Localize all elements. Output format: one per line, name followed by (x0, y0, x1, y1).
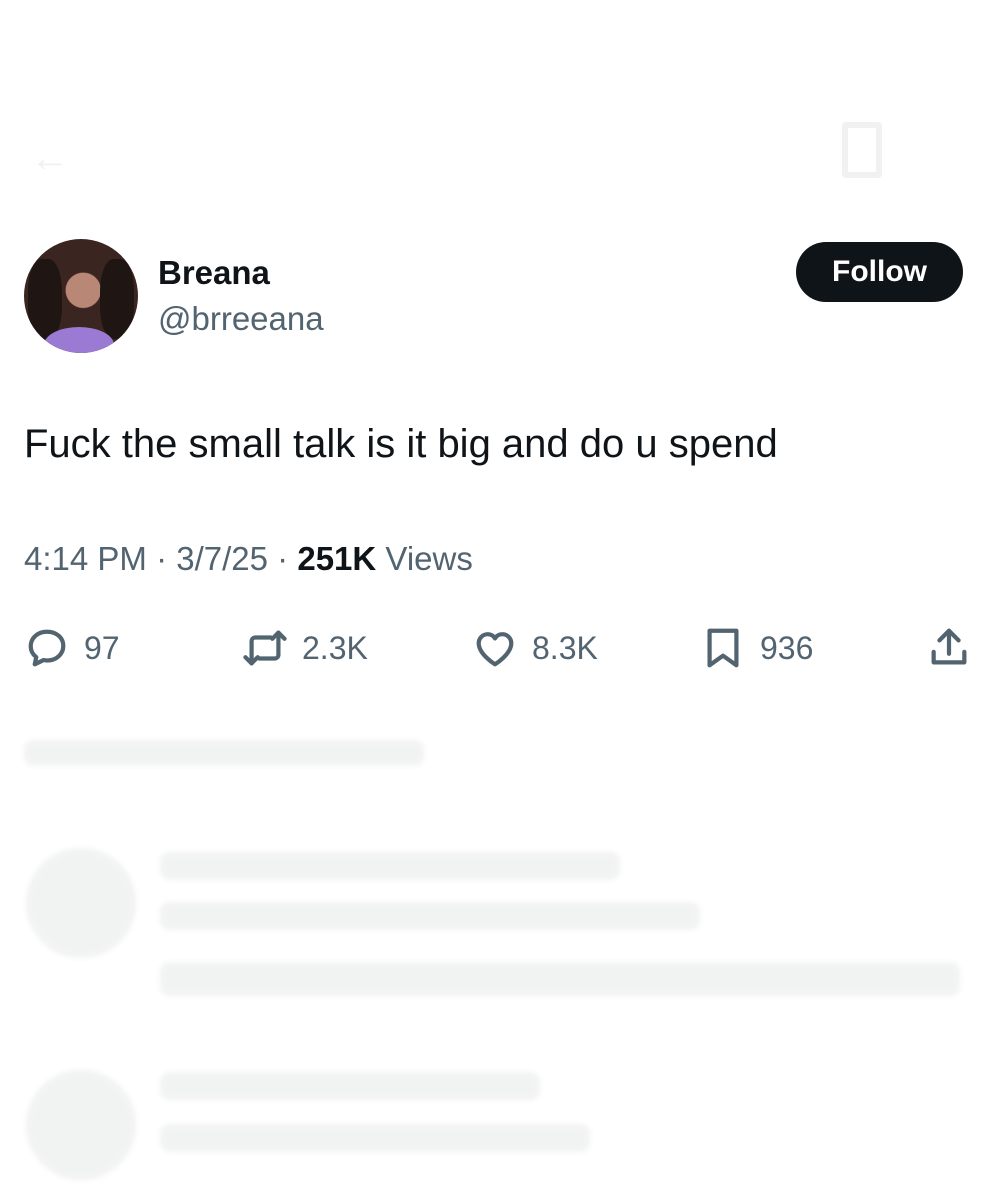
tweet-meta: 4:14 PM · 3/7/25 · 251K Views (24, 540, 473, 578)
avatar[interactable] (24, 239, 138, 353)
like-button[interactable]: 8.3K (472, 620, 598, 676)
like-icon (476, 632, 514, 667)
meta-separator: · (277, 540, 289, 577)
follow-button[interactable]: Follow (796, 242, 963, 302)
blurred-reply-avatar (26, 848, 136, 958)
repost-count: 2.3K (302, 629, 368, 666)
repost-button[interactable]: 2.3K (242, 620, 368, 676)
blurred-reply-avatar (26, 1070, 136, 1180)
blurred-reply-heading (24, 740, 424, 766)
back-arrow-icon[interactable]: ← (30, 136, 70, 181)
views-count[interactable]: 251K (297, 540, 376, 577)
blurred-reply-line (160, 1124, 590, 1152)
tweet-date: 3/7/25 (176, 540, 268, 577)
action-bar: 97 2.3K 8.3K 936 (0, 620, 1006, 680)
user-handle[interactable]: @brreeana (158, 300, 324, 338)
reply-count: 97 (84, 629, 120, 666)
blurred-reply-line (160, 852, 620, 880)
blurred-reply-line (160, 902, 700, 930)
blurred-reply-line (160, 1072, 540, 1100)
share-icon (931, 628, 967, 665)
reply-button[interactable]: 97 (24, 620, 120, 676)
views-label: Views (385, 540, 473, 577)
bookmark-count: 936 (760, 629, 814, 666)
bookmark-icon (707, 628, 739, 668)
blurred-reply-actions (160, 962, 960, 996)
reply-icon (28, 629, 66, 667)
tweet-text: Fuck the small talk is it big and do u s… (24, 422, 778, 466)
like-count: 8.3K (532, 629, 598, 666)
bookmark-button[interactable]: 936 (700, 620, 813, 676)
display-name[interactable]: Breana (158, 254, 270, 292)
compose-icon[interactable] (842, 122, 882, 178)
tweet-time: 4:14 PM (24, 540, 147, 577)
share-button[interactable] (926, 620, 972, 676)
meta-separator: · (156, 540, 168, 577)
repost-icon (243, 630, 287, 666)
